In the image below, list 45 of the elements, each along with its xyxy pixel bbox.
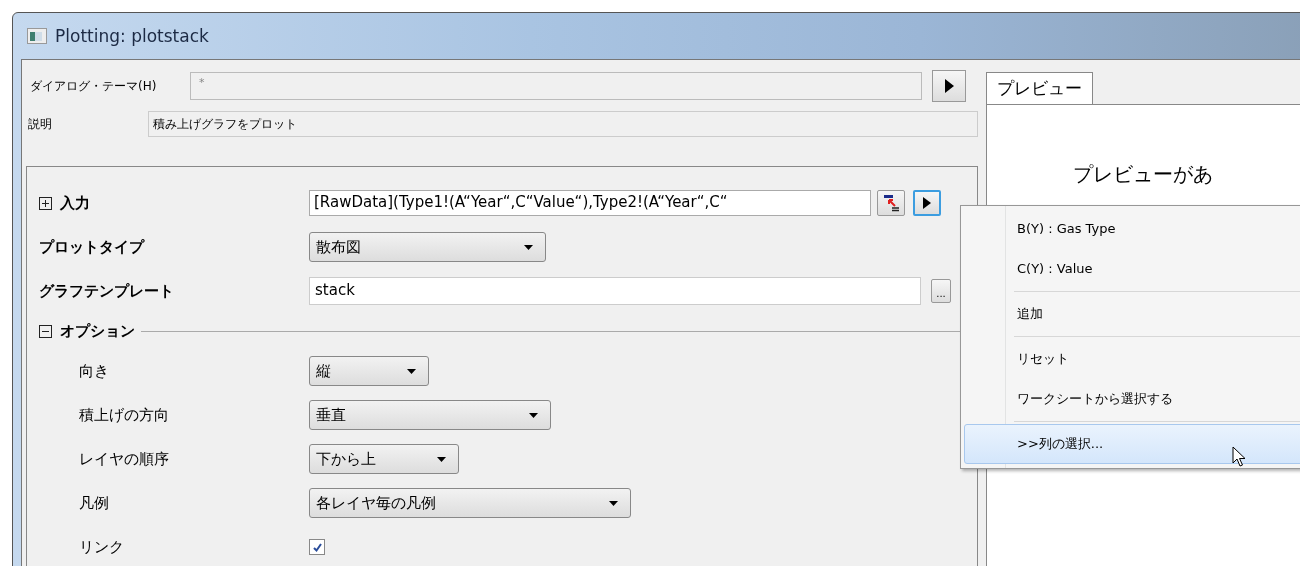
- menu-item[interactable]: C(Y) : Value: [964, 249, 1300, 289]
- option-label: 積上げの方向: [78, 405, 170, 425]
- input-menu-button[interactable]: [913, 190, 941, 216]
- preview-tab[interactable]: プレビュー: [986, 72, 1093, 104]
- dropdown[interactable]: 各レイヤ毎の凡例: [309, 488, 631, 518]
- option-label: 向き: [78, 361, 110, 381]
- play-arrow-icon: [944, 79, 954, 93]
- theme-label: ダイアログ・テーマ(H): [29, 77, 158, 95]
- window-title: Plotting: plotstack: [55, 26, 209, 46]
- menu-item[interactable]: 追加: [964, 294, 1300, 334]
- plot-type-label: プロットタイプ: [39, 237, 146, 257]
- dropdown-arrow-icon: [407, 368, 416, 374]
- option-label: リンク: [78, 537, 125, 557]
- description-field: 積み上げグラフをプロット: [148, 111, 978, 137]
- menu-item[interactable]: >>列の選択...: [964, 424, 1300, 464]
- dropdown-arrow-icon: [524, 244, 533, 250]
- input-field[interactable]: [RawData](Type1!(A“Year“,C“Value“),Type2!(A“Year“,C“: [309, 190, 871, 216]
- options-label: オプション: [60, 321, 135, 341]
- theme-menu-button[interactable]: [932, 70, 966, 102]
- play-arrow-icon: [923, 197, 931, 209]
- expand-icon[interactable]: [39, 196, 52, 210]
- checkmark-icon: [311, 541, 323, 553]
- dropdown-arrow-icon: [437, 456, 446, 462]
- menu-item[interactable]: B(Y) : Gas Type: [964, 209, 1300, 249]
- graph-template-label: グラフテンプレート: [39, 281, 175, 301]
- option-label: レイヤの順序: [78, 449, 170, 469]
- dropdown[interactable]: 下から上: [309, 444, 459, 474]
- dropdown-arrow-icon: [609, 500, 618, 506]
- dropdown[interactable]: 垂直: [309, 400, 551, 430]
- browse-button[interactable]: ...: [931, 279, 951, 303]
- checkbox[interactable]: [309, 539, 325, 555]
- description-label: 説明: [27, 115, 53, 133]
- dropdown[interactable]: 縦: [309, 356, 429, 386]
- select-range-button[interactable]: [877, 190, 905, 216]
- option-label: 凡例: [78, 493, 110, 513]
- preview-message: プレビューがあ: [1073, 162, 1213, 186]
- plot-type-dropdown[interactable]: 散布図: [309, 232, 546, 262]
- window-icon: [27, 28, 47, 44]
- menu-item[interactable]: ワークシートから選択する: [964, 379, 1300, 419]
- graph-template-field[interactable]: stack: [309, 277, 921, 305]
- worksheet-select-icon: [882, 194, 900, 212]
- menu-item[interactable]: リセット: [964, 339, 1300, 379]
- dropdown-arrow-icon: [529, 412, 538, 418]
- collapse-icon[interactable]: [39, 324, 52, 338]
- input-label: 入力: [60, 193, 90, 213]
